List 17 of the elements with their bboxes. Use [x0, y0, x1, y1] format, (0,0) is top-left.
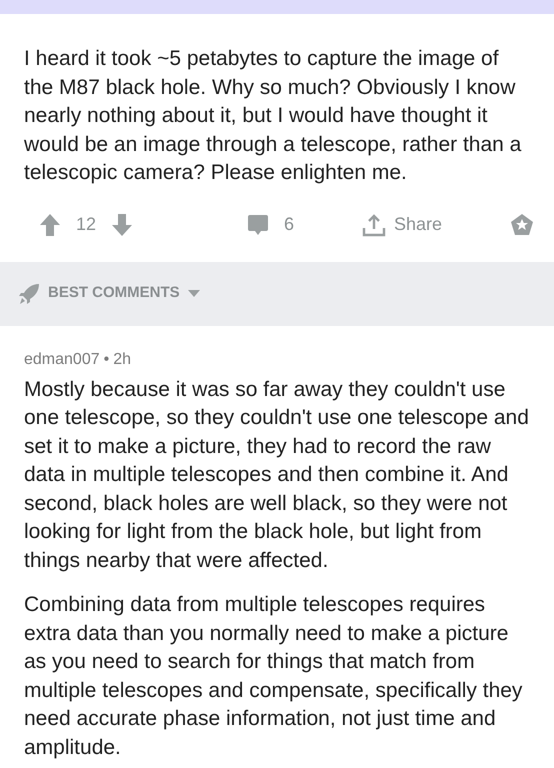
- share-icon: [362, 212, 386, 236]
- comment-time: 2h: [113, 350, 132, 368]
- separator-dot: •: [104, 350, 110, 368]
- sort-dropdown[interactable]: BEST COMMENTS: [48, 282, 200, 305]
- upvote-icon[interactable]: [40, 214, 60, 236]
- downvote-icon[interactable]: [112, 214, 132, 236]
- caret-icon: [188, 290, 200, 297]
- comment-count: 6: [284, 213, 294, 236]
- comment-paragraph: Combining data from multiple telescopes requires extra data than you normally need to make a picture as you need to search for things that match from multiple telescopes and compensate, specifically they need accurate phase information, not just time and amplitude.: [24, 592, 524, 760]
- post-text: I heard it took ~5 petabytes to capture the image of the M87 black hole. Why so much? Obviously I know nearly nothing about it, but I would have thought it would be an image through a telescope, rather than a telescopic camera? Please enlighten me.: [23, 46, 522, 186]
- comment-icon[interactable]: [248, 214, 268, 234]
- rocket-icon: [18, 282, 40, 304]
- comment-paragraph: Mostly because it was so far away they couldn't use one telescope, so they couldn't use one telescope and set it to make a picture, they had to record the raw data in multiple telescopes and then combine it. And second, black holes are well black, so they were not looking for light from the black hole, but light from things nearby that were affected.: [24, 376, 530, 574]
- share-button[interactable]: Share: [362, 211, 442, 238]
- vote-count: 12: [76, 213, 96, 236]
- star-icon[interactable]: [510, 212, 534, 236]
- comment-author[interactable]: edman007: [24, 350, 100, 368]
